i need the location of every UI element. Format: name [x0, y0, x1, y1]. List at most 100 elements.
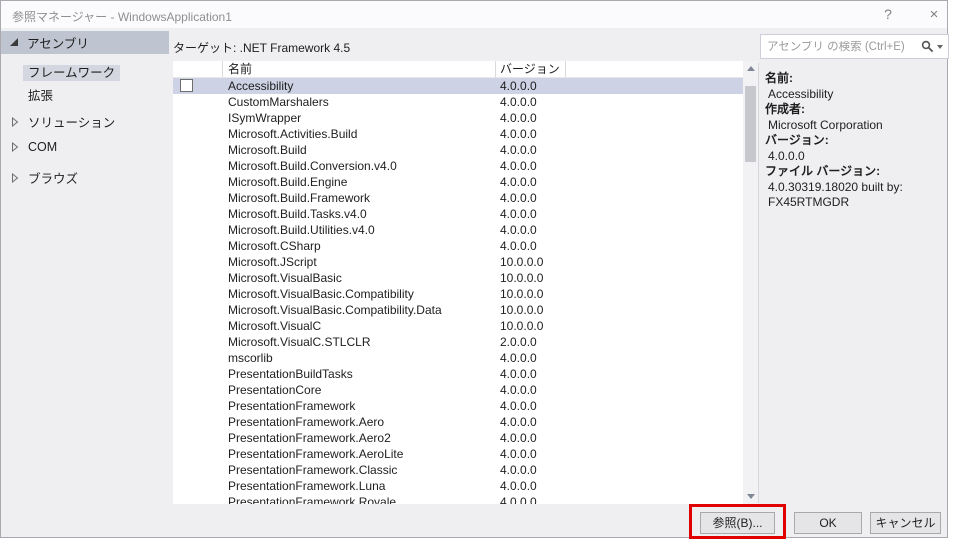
table-row[interactable]: Microsoft.Activities.Build4.0.0.0	[173, 126, 743, 142]
table-row[interactable]: PresentationFramework.Royale4.0.0.0	[173, 494, 743, 504]
scrollbar-down-icon[interactable]	[743, 489, 758, 504]
table-row[interactable]: Microsoft.VisualC.STLCLR2.0.0.0	[173, 334, 743, 350]
assembly-name: Microsoft.CSharp	[223, 238, 496, 254]
assembly-name: Microsoft.Build.Engine	[223, 174, 496, 190]
row-filler	[566, 366, 743, 382]
search-dropdown-icon[interactable]	[937, 45, 943, 49]
table-row[interactable]: PresentationFramework.Aero4.0.0.0	[173, 414, 743, 430]
sidebar-item-solution[interactable]: ソリューション	[1, 112, 115, 131]
table-row[interactable]: Microsoft.VisualBasic.Compatibility10.0.…	[173, 286, 743, 302]
target-framework-label: ターゲット: .NET Framework 4.5	[173, 39, 350, 56]
detail-author-value: Microsoft Corporation	[765, 118, 947, 134]
table-row[interactable]: Microsoft.VisualBasic10.0.0.0	[173, 270, 743, 286]
table-row[interactable]: PresentationBuildTasks4.0.0.0	[173, 366, 743, 382]
assembly-version: 4.0.0.0	[496, 174, 566, 190]
table-row[interactable]: Microsoft.CSharp4.0.0.0	[173, 238, 743, 254]
assembly-version: 4.0.0.0	[496, 494, 566, 504]
table-row[interactable]: Microsoft.Build.Tasks.v4.04.0.0.0	[173, 206, 743, 222]
assembly-version: 2.0.0.0	[496, 334, 566, 350]
table-row[interactable]: PresentationFramework4.0.0.0	[173, 398, 743, 414]
table-row[interactable]: Microsoft.VisualC10.0.0.0	[173, 318, 743, 334]
assembly-name: Microsoft.VisualBasic.Compatibility	[223, 286, 496, 302]
row-checkbox-cell	[173, 78, 223, 94]
sidebar-item-com[interactable]: COM	[1, 140, 57, 154]
assembly-name: Microsoft.VisualBasic	[223, 270, 496, 286]
search-input[interactable]	[761, 41, 921, 53]
header-name-column[interactable]: 名前	[223, 61, 496, 77]
header-version-column[interactable]: バージョン	[496, 61, 566, 77]
assembly-name: PresentationFramework.Classic	[223, 462, 496, 478]
table-row[interactable]: Microsoft.Build.Utilities.v4.04.0.0.0	[173, 222, 743, 238]
assembly-version: 4.0.0.0	[496, 190, 566, 206]
sidebar-item-extensions[interactable]: 拡張	[23, 85, 58, 104]
row-filler	[566, 270, 743, 286]
row-checkbox-cell	[173, 334, 223, 350]
table-row[interactable]: PresentationFramework.Classic4.0.0.0	[173, 462, 743, 478]
table-row[interactable]: Microsoft.Build.Framework4.0.0.0	[173, 190, 743, 206]
sidebar-item-assemblies[interactable]: アセンブリ	[1, 31, 169, 54]
assembly-name: Microsoft.VisualBasic.Compatibility.Data	[223, 302, 496, 318]
sidebar-item-browse[interactable]: ブラウズ	[1, 168, 78, 187]
detail-name-value: Accessibility	[765, 87, 947, 103]
assembly-version: 4.0.0.0	[496, 126, 566, 142]
table-row[interactable]: CustomMarshalers4.0.0.0	[173, 94, 743, 110]
table-row[interactable]: ISymWrapper4.0.0.0	[173, 110, 743, 126]
table-row[interactable]: Microsoft.VisualBasic.Compatibility.Data…	[173, 302, 743, 318]
row-filler	[566, 414, 743, 430]
table-row[interactable]: Microsoft.Build.Engine4.0.0.0	[173, 174, 743, 190]
row-filler	[566, 142, 743, 158]
table-row[interactable]: Accessibility4.0.0.0	[173, 78, 743, 94]
cancel-button[interactable]: キャンセル	[870, 512, 941, 534]
assembly-version: 4.0.0.0	[496, 350, 566, 366]
row-filler	[566, 430, 743, 446]
sidebar-browse-label: ブラウズ	[28, 168, 78, 187]
assembly-version: 4.0.0.0	[496, 478, 566, 494]
assembly-name: mscorlib	[223, 350, 496, 366]
table-row[interactable]: PresentationFramework.Luna4.0.0.0	[173, 478, 743, 494]
row-filler	[566, 286, 743, 302]
help-button[interactable]: ?	[875, 5, 901, 24]
table-row[interactable]: Microsoft.JScript10.0.0.0	[173, 254, 743, 270]
ok-button[interactable]: OK	[794, 512, 862, 534]
row-filler	[566, 222, 743, 238]
row-checkbox-cell	[173, 254, 223, 270]
table-row[interactable]: Microsoft.Build4.0.0.0	[173, 142, 743, 158]
close-icon[interactable]: ×	[921, 5, 947, 24]
assembly-name: PresentationFramework.Luna	[223, 478, 496, 494]
assembly-name: Microsoft.JScript	[223, 254, 496, 270]
detail-name-label: 名前:	[765, 71, 947, 87]
assembly-name: PresentationFramework	[223, 398, 496, 414]
table-row[interactable]: PresentationFramework.Aero24.0.0.0	[173, 430, 743, 446]
browse-button[interactable]: 参照(B)...	[700, 512, 775, 534]
row-checkbox-cell	[173, 142, 223, 158]
title-bar: 参照マネージャー - WindowsApplication1 ? ×	[1, 1, 947, 28]
chevron-collapsed-icon	[11, 117, 19, 127]
assembly-name: Microsoft.VisualC.STLCLR	[223, 334, 496, 350]
assembly-version: 4.0.0.0	[496, 366, 566, 382]
table-row[interactable]: PresentationCore4.0.0.0	[173, 382, 743, 398]
assembly-version: 4.0.0.0	[496, 462, 566, 478]
sidebar-assemblies-label: アセンブリ	[27, 33, 89, 52]
row-checkbox-cell	[173, 318, 223, 334]
assembly-name: Microsoft.Activities.Build	[223, 126, 496, 142]
assembly-name: Accessibility	[223, 78, 496, 94]
scrollbar-thumb[interactable]	[745, 86, 756, 162]
table-row[interactable]: Microsoft.Build.Conversion.v4.04.0.0.0	[173, 158, 743, 174]
row-filler	[566, 302, 743, 318]
scrollbar-up-icon[interactable]	[743, 61, 758, 76]
row-checkbox-cell	[173, 302, 223, 318]
vertical-scrollbar[interactable]	[743, 61, 758, 504]
row-checkbox-cell	[173, 94, 223, 110]
table-row[interactable]: mscorlib4.0.0.0	[173, 350, 743, 366]
row-checkbox-cell	[173, 446, 223, 462]
row-filler	[566, 158, 743, 174]
row-filler	[566, 206, 743, 222]
assembly-version: 4.0.0.0	[496, 142, 566, 158]
row-filler	[566, 78, 743, 94]
sidebar-item-framework[interactable]: フレームワーク	[23, 62, 120, 81]
row-filler	[566, 334, 743, 350]
checkbox-unchecked[interactable]	[180, 79, 193, 92]
table-row[interactable]: PresentationFramework.AeroLite4.0.0.0	[173, 446, 743, 462]
search-icon[interactable]	[921, 40, 934, 53]
assembly-version: 4.0.0.0	[496, 414, 566, 430]
